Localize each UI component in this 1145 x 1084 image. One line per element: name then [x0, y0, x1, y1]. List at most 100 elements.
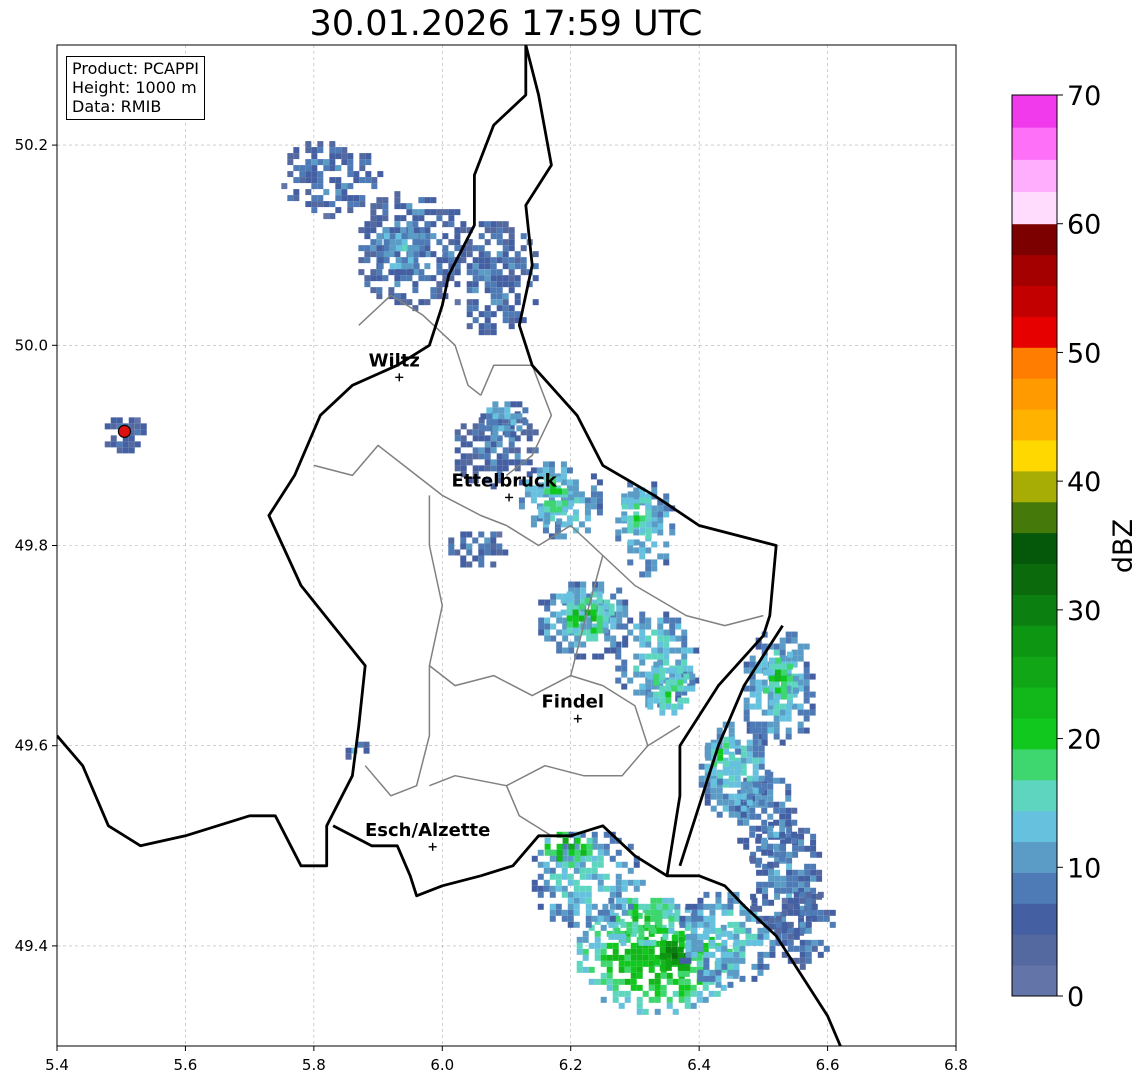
radar-pixel	[762, 881, 769, 888]
radar-pixel	[804, 869, 811, 876]
radar-pixel	[717, 772, 724, 779]
radar-pixel	[627, 629, 634, 636]
radar-pixel	[709, 927, 716, 934]
radar-pixel	[660, 984, 667, 991]
radar-pixel	[504, 401, 511, 408]
radar-pixel	[466, 299, 473, 306]
radar-pixel	[768, 875, 775, 882]
radar-pixel	[663, 541, 670, 548]
radar-pixel	[810, 863, 817, 870]
radar-pixel	[773, 721, 780, 728]
radar-pixel	[659, 685, 666, 692]
radar-pixel	[721, 945, 728, 952]
radar-pixel	[436, 239, 443, 246]
radar-pixel	[305, 147, 312, 154]
radar-pixel	[668, 915, 675, 922]
radar-pixel	[708, 990, 715, 997]
radar-pixel	[597, 915, 604, 922]
radar-pixel	[638, 939, 645, 946]
radar-pixel	[568, 494, 575, 501]
y-tick-label: 49.6	[15, 737, 48, 755]
radar-pixel	[654, 984, 661, 991]
radar-pixel	[594, 942, 601, 949]
radar-pixel	[654, 1008, 661, 1015]
radar-pixel	[603, 909, 610, 916]
radar-pixel	[603, 849, 610, 856]
radar-pixel	[466, 305, 473, 312]
radar-pixel	[633, 529, 640, 536]
radar-pixel	[502, 263, 509, 270]
radar-pixel	[681, 635, 688, 642]
y-tick-label: 49.8	[15, 537, 48, 555]
radar-pixel	[341, 189, 348, 196]
radar-pixel	[460, 221, 467, 228]
radar-pixel	[653, 679, 660, 686]
radar-pixel	[532, 299, 539, 306]
radar-pixel	[621, 659, 628, 666]
radar-pixel	[600, 978, 607, 985]
radar-pixel	[739, 975, 746, 982]
radar-pixel	[585, 921, 592, 928]
x-tick-label: 5.8	[302, 1056, 326, 1074]
radar-pixel	[382, 209, 389, 216]
radar-pixel	[588, 978, 595, 985]
radar-pixel	[590, 485, 597, 492]
radar-pixel	[454, 459, 461, 466]
radar-pixel	[669, 635, 676, 642]
radar-pixel	[448, 209, 455, 216]
radar-pixel	[573, 891, 580, 898]
radar-pixel	[716, 727, 723, 734]
radar-pixel	[574, 855, 581, 862]
radar-pixel	[761, 679, 768, 686]
radar-pixel	[335, 177, 342, 184]
radar-pixel	[576, 966, 583, 973]
radar-pixel	[636, 1008, 643, 1015]
radar-pixel	[134, 429, 141, 436]
radar-pixel	[715, 963, 722, 970]
radar-pixel	[755, 825, 762, 832]
radar-pixel	[394, 221, 401, 228]
radar-pixel	[721, 963, 728, 970]
radar-pixel	[413, 263, 420, 270]
radar-pixel	[585, 915, 592, 922]
radar-pixel	[490, 549, 497, 556]
radar-pixel	[761, 661, 768, 668]
radar-pixel	[603, 885, 610, 892]
radar-pixel	[606, 960, 613, 967]
radar-pixel	[685, 915, 692, 922]
radar-pixel	[490, 287, 497, 294]
radar-pixel	[562, 837, 569, 844]
radar-pixel	[510, 401, 517, 408]
radar-pixel	[305, 159, 312, 166]
radar-pixel	[460, 423, 467, 430]
radar-pixel	[561, 867, 568, 874]
radar-pixel	[697, 975, 704, 982]
radar-pixel	[358, 245, 365, 252]
radar-pixel	[756, 881, 763, 888]
info-height: Height: 1000 m	[72, 78, 197, 97]
radar-pixel	[799, 951, 806, 958]
radar-pixel	[329, 159, 336, 166]
radar-pixel	[580, 641, 587, 648]
radar-pixel	[653, 661, 660, 668]
radar-pixel	[400, 227, 407, 234]
radar-pixel	[767, 795, 774, 802]
radar-pixel	[490, 537, 497, 544]
radar-pixel	[436, 287, 443, 294]
radar-pixel	[803, 673, 810, 680]
radar-pixel	[543, 861, 550, 868]
radar-pixel	[657, 641, 664, 648]
radar-pixel	[799, 963, 806, 970]
radar-pixel	[484, 311, 491, 318]
radar-pixel	[683, 697, 690, 704]
radar-pixel	[683, 970, 690, 977]
radar-pixel	[663, 647, 670, 654]
radar-pixel	[645, 503, 652, 510]
radar-pixel	[805, 939, 812, 946]
radar-pixel	[705, 754, 712, 761]
radar-pixel	[561, 843, 568, 850]
radar-pixel	[502, 245, 509, 252]
radar-pixel	[544, 506, 551, 513]
radar-pixel	[622, 599, 629, 606]
radar-pixel	[739, 909, 746, 916]
